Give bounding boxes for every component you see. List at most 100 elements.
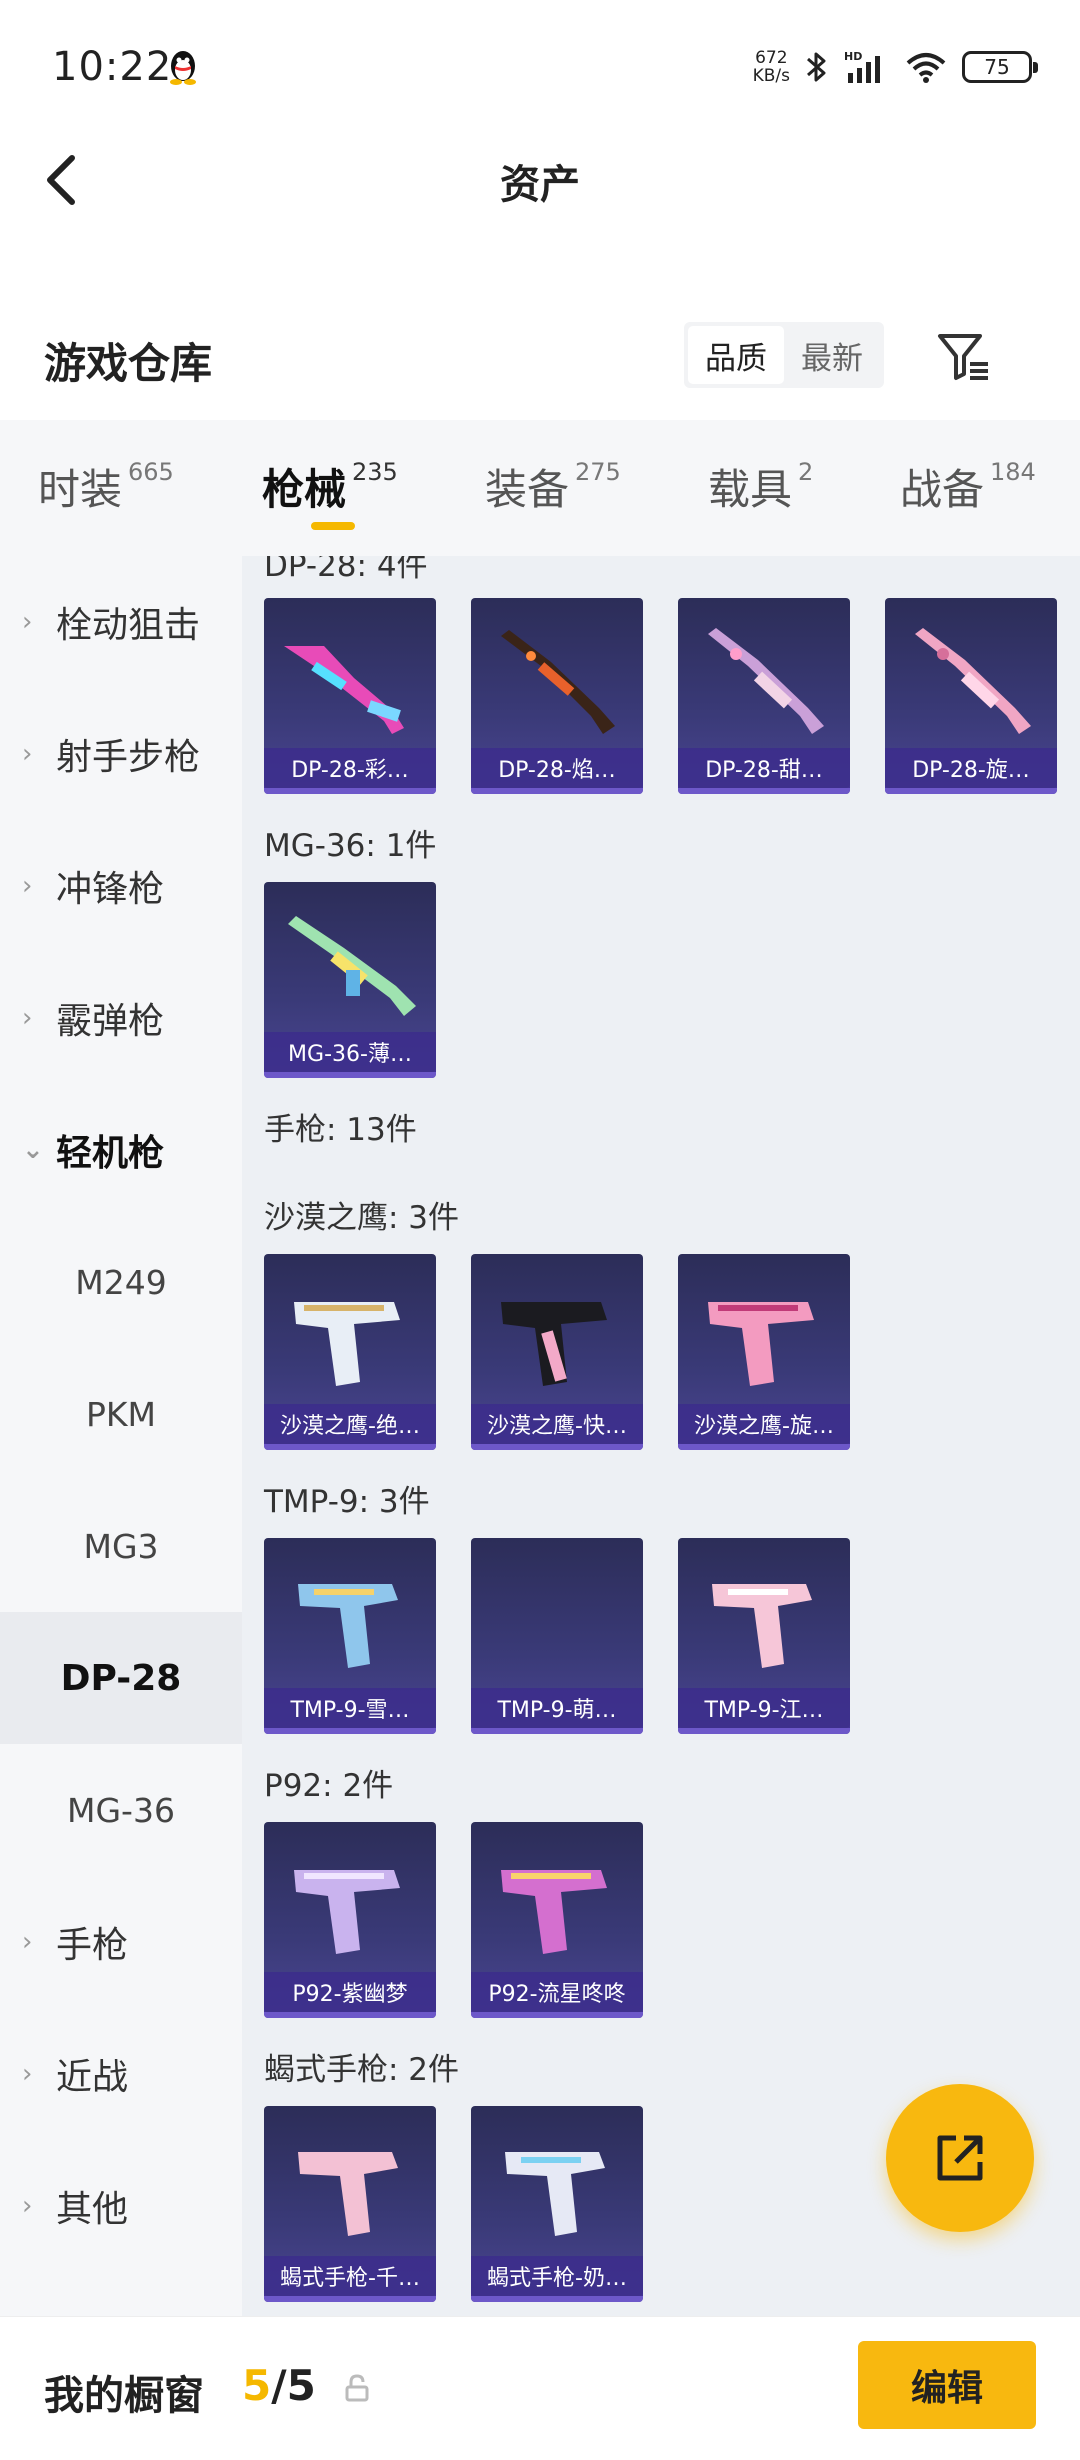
sidebar-item-smg[interactable]: › 冲锋枪 bbox=[0, 820, 242, 952]
tab-label: 枪械 bbox=[262, 465, 347, 514]
group-title-scorpion: 蝎式手枪: 2件 bbox=[264, 2052, 460, 2088]
group-title-p92: P92: 2件 bbox=[264, 1768, 394, 1804]
sort-option-quality[interactable]: 品质 bbox=[688, 326, 784, 384]
item-label: DP-28-甜… bbox=[678, 748, 850, 788]
rifle-icon bbox=[288, 916, 416, 1016]
group-title-tmp9: TMP-9: 3件 bbox=[264, 1484, 430, 1520]
tab-fashion[interactable]: 时装 665 bbox=[38, 456, 174, 517]
pistol-icon bbox=[294, 1302, 400, 1386]
sidebar-item-label: 冲锋枪 bbox=[56, 869, 165, 910]
tab-vehicles[interactable]: 载具 2 bbox=[708, 456, 813, 517]
item-card[interactable]: 沙漠之鹰-旋… bbox=[678, 1254, 850, 1450]
status-bar: 10:22 672 KB/s HD 75 bbox=[0, 0, 1080, 130]
tab-active-indicator bbox=[311, 522, 355, 530]
showcase-total: /5 bbox=[271, 2361, 316, 2410]
smg-icon bbox=[298, 2152, 398, 2236]
item-label: TMP-9-雪… bbox=[264, 1688, 436, 1728]
group-title-dp28: DP-28: 4件 bbox=[264, 556, 428, 584]
net-speed-value: 672 bbox=[755, 48, 788, 68]
tab-combat-gear[interactable]: 战备 184 bbox=[900, 456, 1036, 517]
item-card[interactable]: P92-紫幽梦 bbox=[264, 1822, 436, 2018]
item-card[interactable]: P92-流星咚咚 bbox=[471, 1822, 643, 2018]
item-card[interactable]: MG-36-薄… bbox=[264, 882, 436, 1078]
sidebar-item-lmg[interactable]: ⌄ 轻机枪 bbox=[0, 1084, 242, 1216]
item-label: 沙漠之鹰-绝… bbox=[264, 1404, 436, 1444]
pistol-icon bbox=[501, 1302, 607, 1386]
group-title-desert-eagle: 沙漠之鹰: 3件 bbox=[264, 1200, 460, 1236]
tab-label: 战备 bbox=[900, 465, 985, 514]
item-card[interactable]: TMP-9-江… bbox=[678, 1538, 850, 1734]
chevron-right-icon: › bbox=[22, 739, 33, 769]
sidebar-item-label: 霰弹枪 bbox=[56, 1001, 165, 1042]
item-card[interactable]: TMP-9-萌… bbox=[471, 1538, 643, 1734]
tab-firearms[interactable]: 枪械 235 bbox=[262, 456, 398, 517]
share-external-icon bbox=[937, 2135, 983, 2181]
chevron-right-icon: › bbox=[22, 1003, 33, 1033]
sidebar-subitem-mg36[interactable]: MG-36 bbox=[0, 1744, 242, 1876]
item-card[interactable]: 沙漠之鹰-绝… bbox=[264, 1254, 436, 1450]
tab-equipment[interactable]: 装备 275 bbox=[485, 456, 621, 517]
item-card[interactable]: 蝎式手枪-奶… bbox=[471, 2106, 643, 2302]
filter-icon[interactable] bbox=[934, 326, 994, 386]
chevron-right-icon: › bbox=[22, 871, 33, 901]
sidebar-item-label: 近战 bbox=[56, 2057, 129, 2098]
net-speed-unit: KB/s bbox=[752, 66, 790, 86]
item-label: 蝎式手枪-千… bbox=[264, 2256, 436, 2296]
item-card[interactable]: 蝎式手枪-千… bbox=[264, 2106, 436, 2302]
item-card[interactable]: DP-28-焰… bbox=[471, 598, 643, 794]
item-label: P92-紫幽梦 bbox=[264, 1972, 436, 2012]
battery-icon: 75 bbox=[962, 51, 1038, 83]
showcase-count: 5/5 bbox=[242, 2361, 316, 2410]
bluetooth-icon bbox=[807, 52, 826, 82]
sidebar-item-pistol[interactable]: › 手枪 bbox=[0, 1876, 242, 2008]
smg-icon bbox=[712, 1584, 812, 1668]
item-label: 沙漠之鹰-快… bbox=[471, 1404, 643, 1444]
sidebar-subitem-mg3[interactable]: MG3 bbox=[0, 1480, 242, 1612]
pistol-icon bbox=[501, 1870, 607, 1954]
sidebar-item-marksman-rifle[interactable]: › 射手步枪 bbox=[0, 688, 242, 820]
item-card[interactable]: 沙漠之鹰-快… bbox=[471, 1254, 643, 1450]
group-title-pistol: 手枪: 13件 bbox=[264, 1112, 417, 1148]
sort-toggle: 品质 最新 bbox=[684, 322, 884, 388]
item-card[interactable]: DP-28-彩… bbox=[264, 598, 436, 794]
tab-label: 时装 bbox=[38, 465, 123, 514]
sidebar-item-label: 栓动狙击 bbox=[56, 605, 201, 646]
tab-count: 184 bbox=[990, 458, 1036, 486]
rifle-icon bbox=[915, 628, 1031, 734]
item-label: 蝎式手枪-奶… bbox=[471, 2256, 643, 2296]
tab-label: 装备 bbox=[485, 465, 570, 514]
wifi-icon bbox=[906, 53, 946, 83]
sort-option-latest[interactable]: 最新 bbox=[784, 326, 880, 384]
sidebar-item-other[interactable]: › 其他 bbox=[0, 2140, 242, 2272]
item-label: TMP-9-江… bbox=[678, 1688, 850, 1728]
item-label: DP-28-焰… bbox=[471, 748, 643, 788]
hd-signal-icon: HD bbox=[844, 50, 880, 83]
chevron-right-icon: › bbox=[22, 2059, 33, 2089]
item-card[interactable]: DP-28-旋… bbox=[885, 598, 1057, 794]
rifle-icon bbox=[708, 628, 824, 734]
net-speed: 672 KB/s bbox=[753, 49, 790, 85]
item-card[interactable]: DP-28-甜… bbox=[678, 598, 850, 794]
item-label: P92-流星咚咚 bbox=[471, 1972, 643, 2012]
item-label: DP-28-旋… bbox=[885, 748, 1057, 788]
tab-count: 235 bbox=[352, 458, 398, 486]
sidebar-item-melee[interactable]: › 近战 bbox=[0, 2008, 242, 2140]
tab-count: 2 bbox=[798, 458, 814, 486]
sidebar-item-shotgun[interactable]: › 霰弹枪 bbox=[0, 952, 242, 1084]
share-button[interactable] bbox=[886, 2084, 1034, 2232]
edit-button[interactable]: 编辑 bbox=[858, 2341, 1036, 2429]
lock-icon bbox=[345, 2374, 369, 2402]
item-label: TMP-9-萌… bbox=[471, 1688, 643, 1728]
sidebar-item-label: 其他 bbox=[56, 2189, 129, 2230]
sidebar-item-label: 手枪 bbox=[56, 1925, 129, 1966]
sidebar-subitem-dp28[interactable]: DP-28 bbox=[0, 1612, 242, 1744]
sidebar-subitem-m249[interactable]: M249 bbox=[0, 1216, 242, 1348]
sidebar-item-label: 射手步枪 bbox=[56, 737, 201, 778]
item-label: DP-28-彩… bbox=[264, 748, 436, 788]
sidebar-item-bolt-sniper[interactable]: › 栓动狙击 bbox=[0, 556, 242, 688]
sidebar-subitem-pkm[interactable]: PKM bbox=[0, 1348, 242, 1480]
chevron-right-icon: › bbox=[22, 2191, 33, 2221]
chevron-down-icon: ⌄ bbox=[22, 1135, 44, 1165]
section-title: 游戏仓库 bbox=[44, 339, 213, 388]
item-card[interactable]: TMP-9-雪… bbox=[264, 1538, 436, 1734]
